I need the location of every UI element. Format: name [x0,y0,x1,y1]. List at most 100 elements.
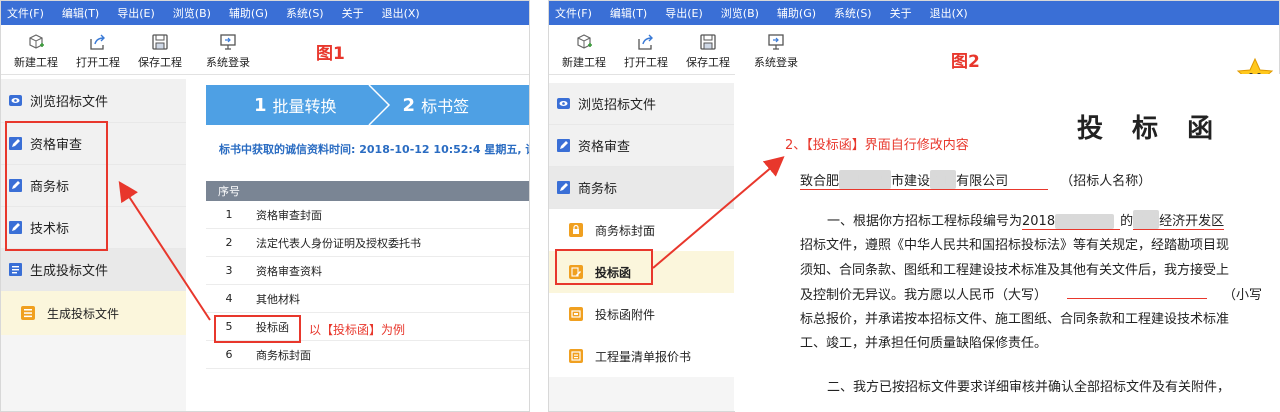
addressee-suffix: 有限公司 [956,174,1009,189]
pencil-icon [557,139,570,152]
open-project-button[interactable]: 打开工程 [67,33,129,70]
annotation-modify: 2、【投标函】界面自行修改内容 [785,138,969,153]
sidebar2-sub-quote-label: 工程量清单报价书 [595,349,692,364]
save-project-label: 保存工程 [138,56,182,69]
figure1-label: 图1 [316,44,345,64]
para1-line3: 须知、合同条款、图纸和工程建设技术标准及其他有关文件后，我方接受上 [800,263,1230,278]
sidebar1-generate-item-label: 生成投标文件 [47,306,120,321]
system-login-label: 系统登录 [206,56,250,69]
menu-exit[interactable]: 退出(X) [382,5,420,21]
table-header: 序号 [206,181,529,201]
para1-line5: 标总报价，并承诺按本招标文件、施工图纸、合同条款和工程建设技术标准 [800,312,1230,327]
sidebar2-sub-cover[interactable]: 商务标封面 [549,209,734,251]
bid-letter-document[interactable]: 2、【投标函】界面自行修改内容 投 标 函 致合肥合肥经开市建设集团有限公司 （… [735,74,1280,412]
menu-edit[interactable]: 编辑(T) [610,5,647,21]
row-name: 法定代表人身份证明及授权委托书 [256,236,421,250]
menu-export[interactable]: 导出(E) [117,5,155,21]
sidebar2-browse[interactable]: 浏览招标文件 [549,83,734,125]
sidebar1-browse[interactable]: 浏览招标文件 [1,79,186,123]
table-row[interactable]: 4 其他材料 [206,285,529,313]
para1-line6: 工、竣工，并承担任何质量缺陷保修责任。 [800,336,1048,351]
menu-export[interactable]: 导出(E) [665,5,703,21]
redacted-text: 合肥经开 [839,170,892,189]
step2-number: 2 [402,94,416,116]
menu-about[interactable]: 关于 [342,5,364,21]
menu-browse[interactable]: 浏览(B) [721,5,759,21]
cube-plus-icon [29,34,44,49]
sidebar2-business[interactable]: 商务标 [549,167,734,209]
row-no: 2 [225,236,233,249]
sidebar1-generate-item[interactable]: 生成投标文件 [1,291,186,335]
system-login-button[interactable]: 系统登录 [745,33,807,70]
list-icon [21,306,35,320]
sidebar2-qualification[interactable]: 资格审查 [549,125,734,167]
row-no: 1 [225,208,233,221]
menu-exit[interactable]: 退出(X) [930,5,968,21]
new-project-label: 新建工程 [14,56,58,69]
open-project-label: 打开工程 [624,56,668,69]
sidebar1-browse-label: 浏览招标文件 [30,95,109,110]
table-row[interactable]: 2 法定代表人身份证明及授权委托书 [206,229,529,257]
menu-browse[interactable]: 浏览(B) [173,5,211,21]
menu-assist[interactable]: 辅助(G) [229,5,268,21]
save-project-button[interactable]: 保存工程 [129,33,191,70]
new-project-button[interactable]: 新建工程 [5,33,67,70]
sidebar2-sub-quote[interactable]: 工程量清单报价书 [549,335,734,377]
amount-field[interactable] [1067,286,1208,299]
sidebar1-generate-group-label: 生成投标文件 [30,264,109,279]
row-no: 3 [225,264,233,277]
para1-line4: 及控制价无异议。我方愿以人民币（大写） （小写 [800,284,1262,303]
integrity-time-text: 标书中获取的诚信资料时间: 2018-10-12 10:52:4 星期五, 请 [219,143,530,156]
sidebar2-sub-attachment-label: 投标函附件 [595,307,656,322]
menu-file[interactable]: 文件(F) [7,5,44,21]
sidebar2-sub-attachment[interactable]: 投标函附件 [549,293,734,335]
step1-number: 1 [254,94,267,116]
row-no: 4 [225,292,233,305]
attachment-icon [569,307,583,321]
table-row[interactable]: 6 商务标封面 [206,341,529,369]
step2-label[interactable]: 标书签 [421,93,469,117]
table-row[interactable]: 1 资格审查封面 [206,201,529,229]
document-title: 投 标 函 [1077,114,1224,144]
sidebar1-generate-group[interactable]: 生成投标文件 [1,249,186,291]
menu-assist[interactable]: 辅助(G) [777,5,816,21]
para2-line1: 二、我方已按招标文件要求详细审核并确认全部招标文件及有关附件， [827,380,1231,395]
para1-text: （小写 [1223,288,1263,303]
row-name: 其他材料 [256,292,300,306]
highlight-box-sidebar [5,121,108,251]
monitor-login-icon [768,34,784,50]
chevron-right-icon [368,85,390,125]
system-login-button[interactable]: 系统登录 [197,33,259,70]
open-project-button[interactable]: 打开工程 [615,33,677,70]
menu-about[interactable]: 关于 [890,5,912,21]
redacted-text: 合肥 [1133,210,1160,229]
sidebar2-browse-label: 浏览招标文件 [578,98,657,113]
document-icon [9,263,22,276]
project-name: 经济开发区 [1159,214,1225,229]
pencil-icon [557,181,570,194]
row-name: 资格审查封面 [256,208,322,222]
section-code: 2018 [1022,214,1056,229]
figure1-window: 文件(F) 编辑(T) 导出(E) 浏览(B) 辅助(G) 系统(S) 关于 退… [0,0,530,412]
sidebar2-business-label: 商务标 [578,182,618,197]
sidebar2-sub-cover-label: 商务标封面 [595,223,656,238]
cube-plus-icon [577,34,592,49]
menu-system[interactable]: 系统(S) [834,5,872,21]
addressee-label: （招标人名称） [1060,174,1152,189]
addressee-line[interactable]: 致合肥合肥经开市建设集团有限公司 （招标人名称） [800,170,1151,190]
document-icon [569,349,583,363]
step1-label[interactable]: 批量转换 [273,93,337,117]
redacted-text: XXC1234 [1055,214,1115,229]
toolbar: 新建工程 打开工程 保存工程 系统登录 图1 [1,25,529,75]
para1-line1: 一、根据你方招标工程标段编号为2018XXC1234 的合肥经济开发区 [827,210,1225,230]
menu-file[interactable]: 文件(F) [555,5,592,21]
row-name: 商务标封面 [256,348,311,362]
new-project-button[interactable]: 新建工程 [553,33,615,70]
sidebar2-qualification-label: 资格审查 [578,140,631,155]
annotation-example: 以【投标函】为例 [309,323,406,337]
menu-system[interactable]: 系统(S) [286,5,324,21]
table-row[interactable]: 3 资格审查资料 [206,257,529,285]
menu-edit[interactable]: 编辑(T) [62,5,99,21]
save-project-button[interactable]: 保存工程 [677,33,739,70]
new-project-label: 新建工程 [562,56,606,69]
